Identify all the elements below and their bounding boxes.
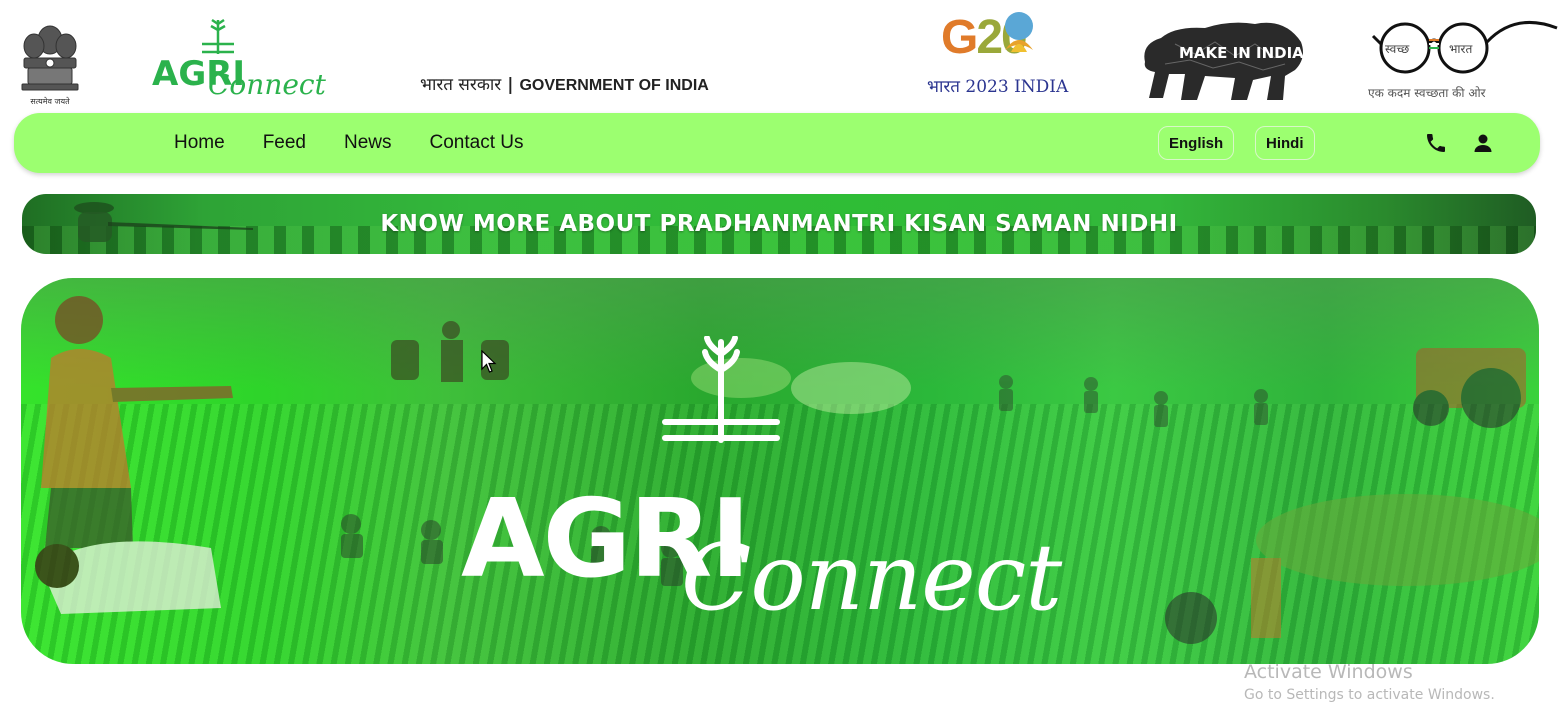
g20-mark-g: G bbox=[941, 11, 978, 64]
swachh-bharat-logo: स्वच्छ भारत एक कदम स्वच्छता की ओर bbox=[1365, 6, 1560, 106]
agri-connect-logo[interactable]: AGRI Connect bbox=[150, 18, 330, 108]
nav-link-feed[interactable]: Feed bbox=[263, 132, 306, 154]
logo-header: सत्यमेव जयते AGRI Connect भारत सरकार | GOV… bbox=[0, 0, 1562, 110]
government-title-separator: | bbox=[507, 75, 514, 95]
pm-kisan-banner[interactable]: KNOW MORE ABOUT PRADHANMANTRI KISAN SAMA… bbox=[22, 194, 1536, 254]
wheat-icon bbox=[202, 18, 234, 54]
national-emblem: सत्यमेव जयते bbox=[14, 18, 86, 108]
swachh-caption: एक कदम स्वच्छता की ओर bbox=[1368, 86, 1486, 100]
government-title-hindi: भारत सरकार bbox=[420, 75, 502, 95]
user-icon[interactable] bbox=[1471, 131, 1495, 155]
watermark-title: Activate Windows bbox=[1244, 661, 1413, 683]
language-hindi-button[interactable]: Hindi bbox=[1255, 126, 1315, 160]
emblem-caption: सत्यमेव जयते bbox=[30, 97, 70, 106]
main-navbar: Home Feed News Contact Us English Hindi bbox=[14, 113, 1540, 173]
hero-banner: AGRI Connect bbox=[21, 278, 1539, 664]
mouse-cursor-icon bbox=[481, 350, 497, 373]
g20-subtitle: भारत 2023 INDIA bbox=[927, 77, 1069, 97]
nav-links: Home Feed News Contact Us bbox=[174, 113, 524, 173]
hero-connect-text: Connect bbox=[681, 524, 1062, 631]
banner-text: KNOW MORE ABOUT PRADHANMANTRI KISAN SAMA… bbox=[380, 211, 1178, 237]
logo-connect-text: Connect bbox=[208, 68, 326, 101]
lion-capital-icon bbox=[21, 25, 79, 91]
make-in-india-text: MAKE IN INDIA bbox=[1179, 44, 1304, 62]
nav-link-contact-us[interactable]: Contact Us bbox=[430, 132, 524, 154]
swachh-right-lens-text: भारत bbox=[1449, 42, 1473, 56]
nav-link-home[interactable]: Home bbox=[174, 132, 225, 154]
phone-icon[interactable] bbox=[1424, 131, 1448, 155]
make-in-india-logo: MAKE IN INDIA bbox=[1135, 14, 1310, 104]
activate-windows-watermark: Activate Windows Go to Settings to activ… bbox=[1244, 660, 1495, 705]
swachh-left-lens-text: स्वच्छ bbox=[1385, 42, 1410, 56]
g20-logo: G20 भारत 2023 INDIA bbox=[925, 8, 1068, 108]
nav-link-news[interactable]: News bbox=[344, 132, 392, 154]
watermark-subtitle: Go to Settings to activate Windows. bbox=[1244, 687, 1495, 703]
government-title-english: GOVERNMENT OF INDIA bbox=[519, 77, 709, 94]
hero-wheat-icon bbox=[662, 336, 780, 443]
hero-agri-connect-logo: AGRI Connect bbox=[451, 336, 1151, 636]
language-english-button[interactable]: English bbox=[1158, 126, 1235, 160]
lotus-globe-icon bbox=[1005, 12, 1033, 52]
government-title: भारत सरकार | GOVERNMENT OF INDIA bbox=[420, 72, 709, 95]
